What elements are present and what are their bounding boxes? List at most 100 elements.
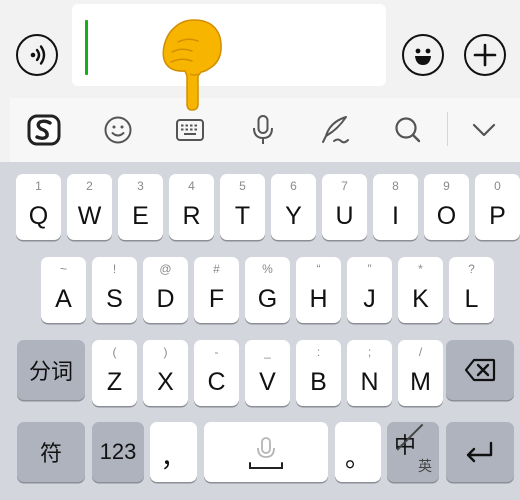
key-a[interactable]: ~ A bbox=[41, 257, 86, 323]
key-hint: 6 bbox=[290, 179, 297, 193]
emoji-icon[interactable] bbox=[402, 34, 444, 76]
key-z[interactable]: (Z bbox=[92, 340, 137, 406]
key-e[interactable]: 3E bbox=[118, 174, 163, 240]
key-n[interactable]: ; N bbox=[347, 340, 392, 406]
key-hint: _ bbox=[264, 345, 271, 359]
key-label: T bbox=[234, 202, 251, 230]
key-u[interactable]: 7U bbox=[322, 174, 367, 240]
key-j[interactable]: ” J bbox=[347, 257, 392, 323]
key-label: P bbox=[489, 202, 506, 230]
key-h[interactable]: “H bbox=[296, 257, 341, 323]
space-microphone-icon bbox=[249, 437, 283, 469]
key-hint: 3 bbox=[137, 179, 144, 193]
key-m[interactable]: / M bbox=[398, 340, 443, 406]
key-label: Y bbox=[285, 202, 302, 230]
key-v[interactable]: _ V bbox=[245, 340, 290, 406]
space-key[interactable] bbox=[204, 422, 328, 482]
key-hint: 1 bbox=[35, 179, 42, 193]
key-hint: 7 bbox=[341, 179, 348, 193]
chat-input-bar bbox=[0, 0, 520, 98]
key-i[interactable]: 8I bbox=[373, 174, 418, 240]
key-hint: : bbox=[316, 345, 321, 359]
key-hint: 5 bbox=[239, 179, 246, 193]
segment-key-label: 分词 bbox=[28, 359, 73, 384]
search-icon[interactable] bbox=[390, 112, 426, 148]
backspace-icon bbox=[464, 358, 496, 382]
key-hint: * bbox=[418, 262, 423, 276]
key-q[interactable]: 1Q bbox=[16, 174, 61, 240]
key-hint: ” bbox=[367, 262, 372, 276]
key-hint: / bbox=[418, 345, 423, 359]
pointing-hand-icon bbox=[158, 14, 230, 117]
key-hint: 8 bbox=[392, 179, 399, 193]
key-hint: 4 bbox=[188, 179, 195, 193]
key-c[interactable]: -C bbox=[194, 340, 239, 406]
key-label: L bbox=[464, 285, 479, 313]
key-hint: - bbox=[214, 345, 219, 359]
add-icon[interactable] bbox=[464, 34, 506, 76]
key-label: S bbox=[106, 285, 123, 313]
key-hint: # bbox=[213, 262, 220, 276]
key-t[interactable]: 5T bbox=[220, 174, 265, 240]
language-switch-key[interactable]: 中 英 bbox=[387, 422, 439, 482]
key-label: Z bbox=[106, 368, 123, 396]
key-label: X bbox=[157, 368, 174, 396]
key-x[interactable]: ) X bbox=[143, 340, 188, 406]
backspace-key[interactable] bbox=[446, 340, 514, 400]
key-b[interactable]: :B bbox=[296, 340, 341, 406]
key-label: I bbox=[392, 202, 399, 230]
chevron-down-icon[interactable] bbox=[466, 112, 502, 148]
key-label: D bbox=[156, 285, 175, 313]
key-hint: @ bbox=[159, 262, 172, 276]
toolbar-divider bbox=[447, 112, 448, 146]
key-label: V bbox=[259, 368, 276, 396]
key-label: E bbox=[132, 202, 149, 230]
symbol-key[interactable]: 符 bbox=[17, 422, 85, 482]
segment-key[interactable]: 分词 bbox=[17, 340, 85, 400]
key-hint: ( bbox=[112, 345, 117, 359]
key-l[interactable]: ? L bbox=[449, 257, 494, 323]
keyboard-icon[interactable] bbox=[172, 112, 208, 148]
comma-key[interactable]: ， bbox=[150, 422, 197, 482]
key-hint: ! bbox=[112, 262, 117, 276]
key-s[interactable]: ! S bbox=[92, 257, 137, 323]
key-hint: 2 bbox=[86, 179, 93, 193]
comma-key-label: ， bbox=[160, 442, 187, 473]
key-label: F bbox=[208, 285, 225, 313]
key-label: B bbox=[310, 368, 327, 396]
key-label: G bbox=[257, 285, 278, 313]
key-p[interactable]: 0P bbox=[475, 174, 520, 240]
key-hint: ? bbox=[468, 262, 475, 276]
key-hint: 0 bbox=[494, 179, 501, 193]
key-label: O bbox=[436, 202, 457, 230]
key-r[interactable]: 4R bbox=[169, 174, 214, 240]
sogou-logo-icon[interactable] bbox=[26, 112, 62, 148]
key-label: R bbox=[182, 202, 201, 230]
language-alt-label: 英 bbox=[418, 458, 432, 474]
key-label: W bbox=[77, 202, 102, 230]
numbers-key[interactable]: 123 bbox=[92, 422, 144, 482]
key-d[interactable]: @ D bbox=[143, 257, 188, 323]
symbol-key-label: 符 bbox=[39, 441, 62, 466]
key-o[interactable]: 9O bbox=[424, 174, 469, 240]
key-hint: ) bbox=[163, 345, 168, 359]
microphone-icon[interactable] bbox=[245, 112, 281, 148]
numbers-key-label: 123 bbox=[99, 439, 137, 464]
key-hint: “ bbox=[316, 262, 321, 276]
key-hint: ; bbox=[367, 345, 372, 359]
key-y[interactable]: 6Y bbox=[271, 174, 316, 240]
key-label: N bbox=[360, 368, 379, 396]
key-hint: ~ bbox=[59, 262, 67, 276]
key-label: Q bbox=[28, 202, 49, 230]
voice-message-icon[interactable] bbox=[16, 34, 58, 76]
key-g[interactable]: % G bbox=[245, 257, 290, 323]
enter-key[interactable] bbox=[446, 422, 514, 482]
key-w[interactable]: 2W bbox=[67, 174, 112, 240]
period-key[interactable]: 。 bbox=[335, 422, 381, 482]
key-k[interactable]: * K bbox=[398, 257, 443, 323]
smiley-tool-icon[interactable] bbox=[100, 112, 136, 148]
key-label: H bbox=[309, 285, 328, 313]
key-f[interactable]: # F bbox=[194, 257, 239, 323]
handwriting-icon[interactable] bbox=[318, 112, 354, 148]
key-label: K bbox=[412, 285, 429, 313]
